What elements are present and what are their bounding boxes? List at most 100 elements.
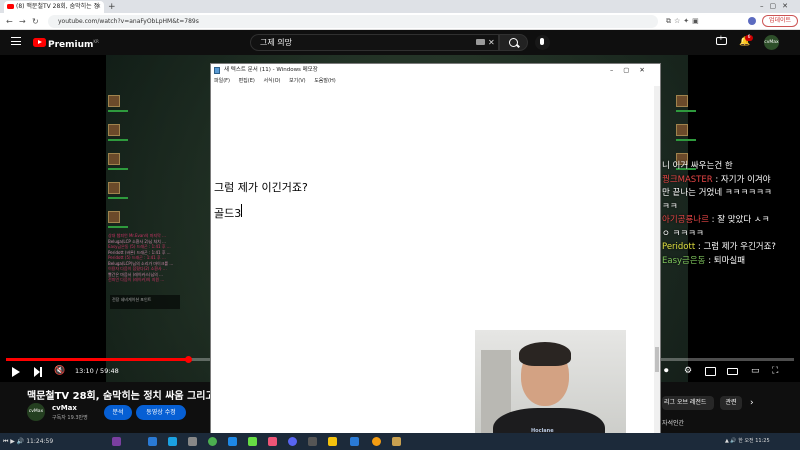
chip-league[interactable]: 리그 오브 레전드 [662, 396, 714, 410]
theater-mode-icon[interactable] [727, 368, 738, 375]
extension-icons[interactable]: ⧉☆✦▣ [666, 14, 702, 29]
update-button[interactable]: 업데이트 [762, 15, 798, 27]
taskbar-app-icon[interactable] [350, 437, 359, 446]
time-display: 13:10 / 59:48 [75, 367, 119, 375]
system-tray[interactable]: ▲ 🔊 한 오전 11:25 [725, 433, 770, 450]
chat-message: : 잘 맞았다 ㅅㅋ [708, 215, 770, 225]
notification-badge: 6 [745, 35, 753, 41]
close-tab-icon[interactable]: ✕ [96, 1, 101, 13]
tray-text: 한 오전 11:25 [738, 438, 770, 444]
chat-line: ㅋㅋ [662, 201, 800, 215]
taskbar-edge-icon[interactable] [168, 437, 177, 446]
menu-format[interactable]: 서식(O) [263, 78, 280, 84]
letterbox-left [0, 55, 106, 382]
recommended-text: 자석인간 [662, 420, 685, 427]
scrollbar-thumb[interactable] [655, 347, 659, 372]
menu-edit[interactable]: 편집(E) [239, 78, 255, 84]
settings-icon[interactable]: ⚙ [684, 361, 692, 382]
taskbar-app-icon[interactable] [188, 437, 197, 446]
account-avatar[interactable]: cvMax [764, 35, 779, 50]
notepad-line-2: 골드3 [214, 207, 242, 220]
browser-tab[interactable]: (8) 맥문철TV 28회, 숨막히는 정 ✕ [4, 1, 104, 13]
video-title: 맥문철TV 28회, 숨막히는 정치 싸움 그리고 밝 [27, 391, 210, 402]
chat-message: : 퇴마실패 [705, 255, 746, 266]
chat-line: 만 끝나는 거었네 ㅋㅋㅋㅋㅋㅋ [662, 187, 800, 201]
chat-line: Peridott : 그럼 제가 우긴거죠? [662, 241, 800, 255]
volume-muted-icon[interactable]: 🔇 [54, 361, 65, 382]
mic-icon[interactable] [535, 35, 550, 50]
game-hud: 전장 네비게이션 포인트 [110, 295, 180, 309]
notepad-line-1: 그럼 제가 이긴거죠? [214, 181, 308, 194]
killfeed-line: 전피언 다음이 (레이커)의 지원 ... [108, 277, 165, 282]
chat-username: Easy금은동 [662, 255, 706, 266]
chat-line: ㅇ ㅋㅋㅋㅋ [662, 228, 800, 242]
edit-video-button[interactable]: 동영상 수정 [136, 405, 186, 420]
taskbar-app-icon[interactable] [308, 437, 317, 446]
logo-region-label: KR [93, 39, 99, 44]
taskbar-media-controls[interactable]: ⏮ ▶ 🔊 11:24:59 [3, 433, 53, 450]
browser-tab-bar [0, 0, 800, 13]
notepad-icon [214, 67, 220, 74]
back-icon[interactable]: ← [6, 14, 13, 29]
team-scoreboard-left [108, 95, 132, 240]
youtube-favicon-icon [7, 4, 14, 9]
menu-view[interactable]: 보기(V) [289, 78, 306, 84]
youtube-logo-icon[interactable] [33, 38, 46, 47]
search-button[interactable] [499, 34, 528, 51]
menu-help[interactable]: 도움말(H) [314, 78, 335, 84]
game-killfeed: 상대 챔피언 Mr.Evan의 마지막 ... Beluga(LCP 소환사 2)… [108, 233, 220, 283]
play-icon[interactable] [12, 367, 20, 377]
fullscreen-icon[interactable]: ⛶ [772, 361, 778, 382]
cast-icon[interactable]: ▭ [751, 361, 760, 382]
webcam-overlay: Hoclane [475, 330, 626, 450]
logo-premium-label: Premium [48, 40, 94, 50]
search-value: 그제 의망 [260, 38, 292, 47]
create-video-icon[interactable] [716, 34, 727, 45]
chat-line: Easy금은동 : 퇴마실패 [662, 255, 800, 269]
chat-username: Peridott [662, 242, 696, 252]
chat-line: 니 이거 싸우는건 한 [662, 160, 800, 174]
chat-line: 아기공룡나르 : 잘 맞았다 ㅅㅋ [662, 214, 800, 228]
taskbar-app-icon[interactable] [228, 437, 237, 446]
reload-icon[interactable]: ↻ [32, 14, 39, 29]
browser-window-controls[interactable]: –▢✕ [760, 0, 794, 13]
keyboard-icon[interactable] [476, 39, 485, 45]
profile-avatar-icon[interactable] [748, 17, 756, 25]
forward-icon[interactable]: → [19, 14, 26, 29]
autoplay-toggle-icon[interactable]: ⏺ [664, 361, 669, 382]
chevron-right-icon[interactable]: › [750, 396, 754, 410]
taskbar-app-icon[interactable] [268, 437, 277, 446]
chat-message: ㅇ ㅋㅋㅋㅋ [662, 228, 704, 239]
chat-message: : 그럼 제가 우긴거죠? [695, 242, 776, 252]
text-caret [241, 204, 242, 217]
channel-subscribers: 구독자 19.3만명 [52, 415, 88, 421]
channel-name[interactable]: cvMax [52, 404, 77, 412]
menu-file[interactable]: 파일(F) [214, 78, 230, 84]
chat-username: 아기공룡나르 [662, 215, 709, 225]
taskbar-discord-icon[interactable] [288, 437, 297, 446]
notepad-scrollbar[interactable] [654, 86, 660, 450]
channel-avatar[interactable]: cvMax [27, 403, 45, 421]
taskbar-app-icon[interactable] [328, 437, 337, 446]
clear-search-icon[interactable]: ✕ [488, 34, 495, 51]
menu-icon[interactable] [11, 37, 21, 45]
next-icon[interactable] [34, 367, 42, 377]
chat-username: 꿩크MASTER [662, 174, 713, 185]
chat-message: 만 끝나는 거었네 ㅋㅋㅋㅋㅋㅋ [662, 188, 772, 198]
youtube-logo-text[interactable]: PremiumKR [48, 36, 99, 51]
taskbar-app-icon[interactable] [148, 437, 157, 446]
taskbar-app-icon[interactable] [112, 437, 121, 446]
taskbar-app-icon[interactable] [372, 437, 381, 446]
taskbar-app-icon[interactable] [392, 437, 401, 446]
notepad-window-controls[interactable]: –▢✕ [610, 64, 655, 77]
notepad-text-area[interactable]: 그럼 제가 이긴거죠? 골드3 [214, 175, 308, 227]
taskbar-chrome-icon[interactable] [208, 437, 217, 446]
url-input[interactable]: youtube.com/watch?v=anaFyObLpHM&t=789s [48, 15, 658, 28]
taskbar-app-icon[interactable] [248, 437, 257, 446]
new-tab-icon[interactable]: + [108, 1, 116, 13]
notepad-titlebar[interactable]: 새 텍스트 문서 (11) - Windows 메모장 [211, 64, 660, 77]
analytics-button[interactable]: 분석 [104, 405, 132, 420]
miniplayer-icon[interactable] [705, 367, 716, 376]
chip-related[interactable]: 관련 [720, 396, 742, 410]
notepad-menubar: 파일(F) 편집(E) 서식(O) 보기(V) 도움말(H) [211, 77, 660, 86]
